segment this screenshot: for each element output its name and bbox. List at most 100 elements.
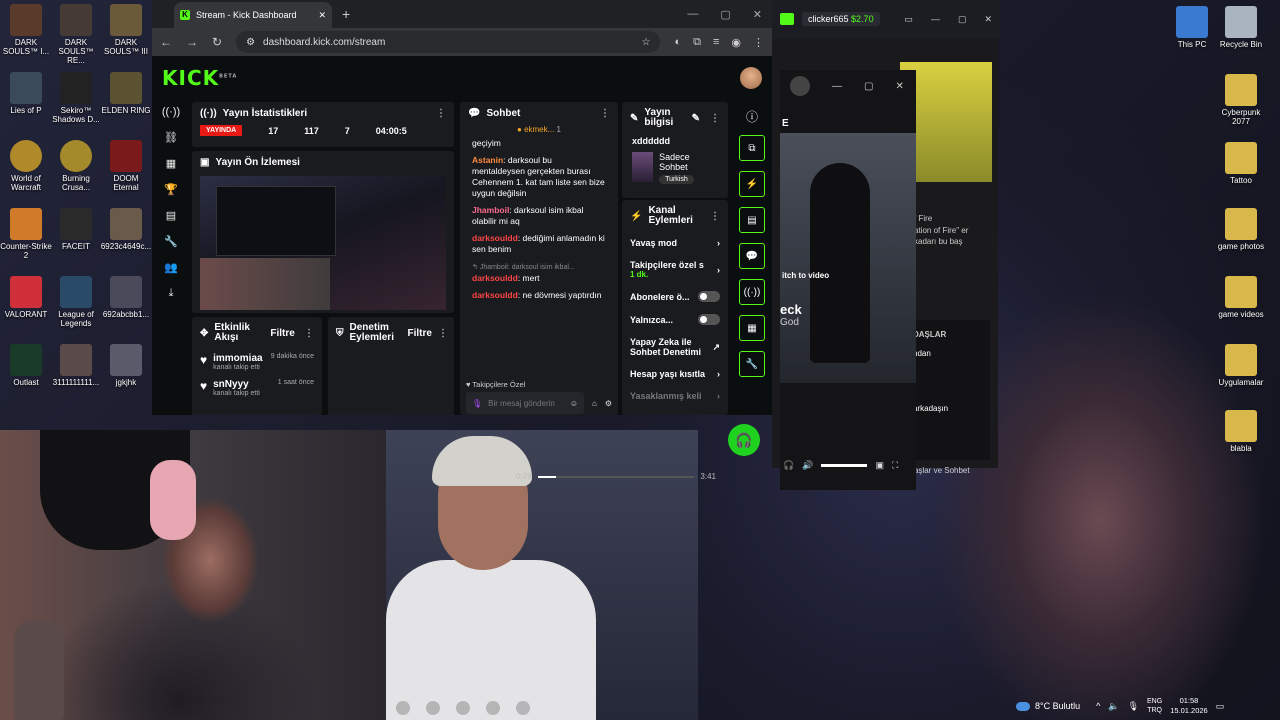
layout-button[interactable]: ▦ xyxy=(739,315,765,341)
desktop-icon[interactable]: Sekiro™ Shadows D... xyxy=(50,72,102,124)
chat-username[interactable]: Jhamboil xyxy=(472,205,509,215)
mini-player-icon[interactable]: ▣ xyxy=(875,460,884,471)
mic-icon[interactable]: 🎙 xyxy=(1128,701,1139,712)
switch-to-video-button[interactable]: itch to video xyxy=(780,271,916,280)
desktop-icon[interactable]: Lies of P xyxy=(0,72,52,115)
browser-tab[interactable]: K Stream - Kick Dashboard ✕ xyxy=(174,2,332,28)
chevron-up-icon[interactable]: ^ xyxy=(1096,701,1100,711)
broadcast-button[interactable]: ((·)) xyxy=(739,279,765,305)
filter-button[interactable]: Filtre xyxy=(408,328,432,339)
desktop-icon[interactable]: 692abcbb1... xyxy=(100,276,152,319)
bookmark-star-icon[interactable]: ☆ xyxy=(641,37,650,48)
app-icon[interactable] xyxy=(396,701,410,715)
users-icon[interactable]: 👥 xyxy=(164,261,178,274)
folder-icon[interactable]: Tattoo xyxy=(1215,142,1267,185)
speaker-icon[interactable]: 🔈 xyxy=(1108,701,1119,712)
notification-icon[interactable] xyxy=(780,13,794,25)
volume-icon[interactable]: 🔊 xyxy=(802,460,813,471)
pinned-message[interactable]: ● ekmek... 1 xyxy=(460,125,618,134)
folder-icon[interactable]: game videos xyxy=(1215,276,1267,319)
minimize-button[interactable]: — xyxy=(687,8,698,21)
desktop-icon[interactable]: DOOM Eternal xyxy=(100,140,152,192)
ai-moderation-row[interactable]: Yapay Zeka ile Sohbet Denetimi ↗ xyxy=(622,331,728,363)
trophy-icon[interactable]: 🏆 xyxy=(164,183,178,196)
chat-username[interactable]: Astanin xyxy=(472,155,503,165)
notification-icon[interactable]: ▭ xyxy=(1216,701,1225,712)
recycle-bin-icon[interactable]: Recycle Bin xyxy=(1215,6,1267,49)
kick-logo[interactable]: KICKBETA xyxy=(162,66,237,90)
close-tab-icon[interactable]: ✕ xyxy=(318,10,326,21)
desktop-icon[interactable]: 3111111111... xyxy=(50,344,102,387)
more-icon[interactable]: ⋮ xyxy=(304,328,314,339)
filter-button[interactable]: Filtre xyxy=(270,328,294,339)
more-icon[interactable]: ⋮ xyxy=(438,328,448,339)
desktop-icon[interactable]: DARK SOULS™ RE... xyxy=(50,4,102,65)
chat-username[interactable]: darksouldd xyxy=(472,273,518,283)
desktop-icon[interactable]: jgkjhk xyxy=(100,344,152,387)
monitor-icon[interactable]: ▭ xyxy=(904,14,913,25)
weather-widget[interactable]: 8°C Bulutlu xyxy=(1016,701,1080,711)
close-button[interactable]: ✕ xyxy=(753,8,762,21)
more-icon[interactable]: ⋮ xyxy=(600,108,610,119)
more-icon[interactable]: ⋮ xyxy=(710,113,720,124)
back-icon[interactable]: ← xyxy=(160,35,172,49)
subscribers-only-toggle[interactable] xyxy=(698,291,720,302)
app-icon[interactable] xyxy=(516,701,530,715)
settings-icon[interactable]: ⚙ xyxy=(605,399,612,408)
folder-icon[interactable]: Uygulamalar xyxy=(1215,344,1267,387)
chat-username[interactable]: darksouldd xyxy=(472,233,518,243)
desktop-icon[interactable]: World of Warcraft xyxy=(0,140,52,192)
followers-only-row[interactable]: Takipçilere özel s1 dk. › xyxy=(622,254,728,285)
language-indicator[interactable]: ENG TRQ xyxy=(1147,697,1162,715)
download-icon[interactable]: ⤓ xyxy=(169,287,174,300)
url-field[interactable]: ⚙ dashboard.kick.com/stream ☆ xyxy=(236,31,661,53)
edit-icon[interactable]: ✎ xyxy=(692,113,700,124)
emote-only-toggle[interactable] xyxy=(698,314,720,325)
mic-icon[interactable]: 🎙 xyxy=(472,399,482,408)
notes-button[interactable]: ▤ xyxy=(739,207,765,233)
avatar[interactable] xyxy=(740,67,762,89)
broadcast-icon[interactable]: ((·)) xyxy=(162,106,180,118)
puzzle-icon[interactable]: ⧉ xyxy=(693,36,701,49)
progress-track[interactable] xyxy=(537,475,695,478)
clip-button[interactable]: ⧉ xyxy=(739,135,765,161)
new-tab-button[interactable]: + xyxy=(342,6,350,22)
slow-mode-row[interactable]: Yavaş mod › xyxy=(622,232,728,254)
maximize-button[interactable]: ▢ xyxy=(864,81,873,92)
desktop-icon[interactable]: ELDEN RING xyxy=(100,72,152,115)
avatar[interactable] xyxy=(790,76,810,96)
profile-icon[interactable]: ◉ xyxy=(731,36,741,49)
desktop-icon[interactable]: DARK SOULS™ III xyxy=(100,4,152,56)
maximize-button[interactable]: ▢ xyxy=(720,8,730,21)
video-icon[interactable]: ▤ xyxy=(166,209,176,222)
fullscreen-icon[interactable]: ⛶ xyxy=(892,460,898,471)
layout-icon[interactable]: ▦ xyxy=(166,157,176,170)
desktop-icon[interactable]: 6923c4649c... xyxy=(100,208,152,251)
link-icon[interactable]: ⛓ xyxy=(164,131,178,144)
extension-icon[interactable]: ◐ xyxy=(674,36,681,49)
minimize-button[interactable]: — xyxy=(931,14,940,25)
desktop-icon[interactable]: DARK SOULS™ I... xyxy=(0,4,52,56)
menu-icon[interactable]: ⋮ xyxy=(753,36,764,49)
clock[interactable]: 01:58 15.01.2026 xyxy=(1170,696,1208,716)
headphones-icon[interactable]: 🎧 xyxy=(783,460,794,471)
more-icon[interactable]: ⋮ xyxy=(710,211,720,222)
emoji-icon[interactable]: ☺ xyxy=(570,399,578,408)
desktop-icon[interactable]: Outlast xyxy=(0,344,52,387)
chat-button[interactable]: 💬 xyxy=(739,243,765,269)
info-icon[interactable]: ⓘ xyxy=(746,108,758,125)
user-chip[interactable]: clicker665 $2.70 xyxy=(802,12,880,26)
more-icon[interactable]: ⋮ xyxy=(436,108,446,119)
wrench-icon[interactable]: 🔧 xyxy=(164,235,178,248)
media-icon[interactable]: ≡ xyxy=(713,36,719,49)
desktop-icon[interactable]: League of Legends xyxy=(50,276,102,328)
close-button[interactable]: ✕ xyxy=(895,81,903,92)
folder-icon[interactable]: Cyberpunk 2077 xyxy=(1215,74,1267,126)
chat-username[interactable]: darksouldd xyxy=(472,290,518,300)
lightning-button[interactable]: ⚡ xyxy=(739,171,765,197)
desktop-icon[interactable]: Burning Crusa... xyxy=(50,140,102,192)
close-button[interactable]: ✕ xyxy=(984,14,992,25)
banned-words-row[interactable]: Yasaklanmış keli › xyxy=(622,385,728,407)
store-icon[interactable]: ⌂ xyxy=(592,399,597,408)
follower-name[interactable]: snNyyy xyxy=(213,379,260,390)
